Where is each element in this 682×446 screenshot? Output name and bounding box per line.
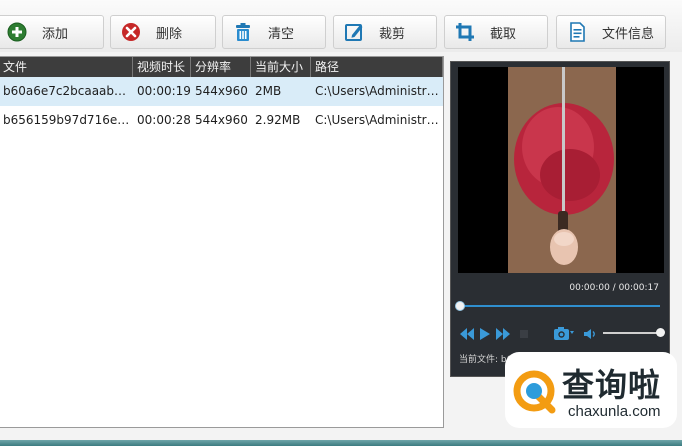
- plus-circle-icon: [7, 22, 27, 42]
- watermark-title: 查询啦: [562, 366, 662, 404]
- file-duration: 00:00:19: [137, 84, 191, 98]
- trash-icon: [236, 23, 250, 41]
- video-frame: [508, 67, 616, 273]
- file-list: 文件 视频时长 分辨率 当前大小 路径 b60a6e7c2bcaaabe3...…: [0, 56, 444, 428]
- clear-button-label: 清空: [268, 26, 295, 42]
- cut-button[interactable]: 截取: [444, 15, 548, 49]
- column-header-size[interactable]: 当前大小: [251, 57, 311, 77]
- delete-button[interactable]: 删除: [110, 15, 216, 49]
- file-size: 2.92MB: [255, 113, 301, 127]
- seek-handle[interactable]: [455, 301, 465, 311]
- file-path: C:\Users\Administra...: [315, 84, 443, 98]
- add-button[interactable]: 添加: [0, 15, 104, 49]
- x-circle-icon: [122, 23, 140, 41]
- column-header-duration[interactable]: 视频时长: [133, 57, 191, 77]
- file-size: 2MB: [255, 84, 282, 98]
- crop-button-label: 裁剪: [379, 26, 406, 42]
- camera-icon[interactable]: [553, 325, 575, 341]
- watermark-logo-icon: [510, 367, 558, 415]
- cut-button-label: 截取: [490, 26, 517, 42]
- stop-icon[interactable]: [517, 328, 531, 340]
- add-button-label: 添加: [42, 26, 69, 42]
- file-info-button[interactable]: 文件信息: [556, 15, 666, 49]
- playback-time: 00:00:00 / 00:00:17: [569, 283, 659, 293]
- rewind-icon[interactable]: [460, 328, 474, 340]
- fast-forward-icon[interactable]: [496, 328, 510, 340]
- edit-icon: [345, 24, 363, 41]
- file-name: b60a6e7c2bcaaabe3...: [3, 84, 133, 98]
- play-icon[interactable]: [478, 328, 492, 340]
- file-resolution: 544x960: [195, 113, 248, 127]
- file-row[interactable]: b656159b97d716ebb... 00:00:28 544x960 2.…: [0, 106, 443, 135]
- seek-bar[interactable]: [460, 305, 660, 307]
- volume-handle[interactable]: [656, 328, 665, 337]
- column-header-file[interactable]: 文件: [0, 57, 133, 77]
- file-resolution: 544x960: [195, 84, 248, 98]
- volume-icon[interactable]: [583, 328, 597, 340]
- toolbar: 添加 删除 清空 裁剪 截取 文件信息: [0, 0, 682, 52]
- file-row[interactable]: b60a6e7c2bcaaabe3... 00:00:19 544x960 2M…: [0, 77, 443, 106]
- delete-button-label: 删除: [156, 26, 183, 42]
- file-path: C:\Users\Administra...: [315, 113, 443, 127]
- video-screen[interactable]: [458, 67, 664, 273]
- volume-slider[interactable]: [603, 332, 661, 334]
- file-info-button-label: 文件信息: [602, 26, 655, 42]
- column-header-resolution[interactable]: 分辨率: [191, 57, 251, 77]
- document-icon: [570, 22, 585, 42]
- crop-icon: [456, 23, 474, 41]
- file-duration: 00:00:28: [137, 113, 191, 127]
- watermark-url: chaxunla.com: [568, 403, 661, 420]
- file-list-header: 文件 视频时长 分辨率 当前大小 路径: [0, 57, 443, 77]
- video-player: 00:00:00 / 00:00:17 当前文件: b60a6e7c2bc ..…: [450, 61, 670, 377]
- crop-button[interactable]: 裁剪: [333, 15, 437, 49]
- file-name: b656159b97d716ebb...: [3, 113, 133, 127]
- column-header-path[interactable]: 路径: [311, 57, 443, 77]
- window-bottom-edge: [0, 440, 682, 446]
- clear-button[interactable]: 清空: [222, 15, 326, 49]
